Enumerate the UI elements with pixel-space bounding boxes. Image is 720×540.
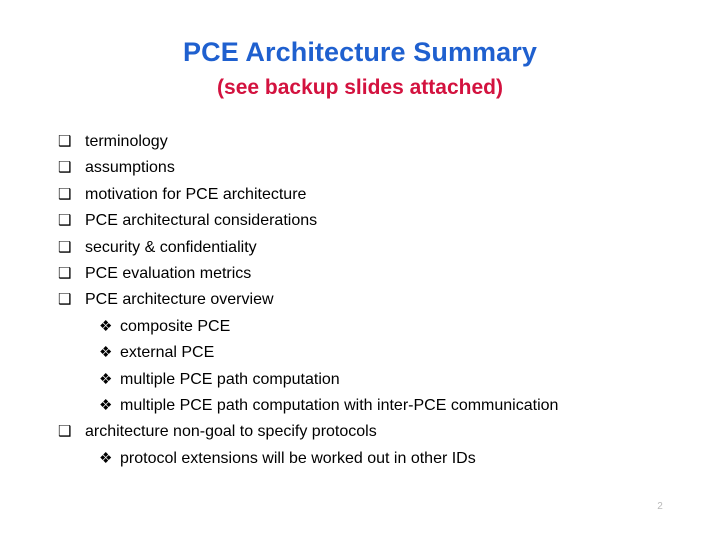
square-bullet-icon: ❑ (58, 185, 72, 203)
sub-list-item: ❖ composite PCE (99, 314, 698, 340)
list-item: ❑ PCE architectural considerations (58, 208, 698, 234)
page-subtitle: (see backup slides attached) (217, 76, 503, 99)
square-bullet-icon: ❑ (58, 423, 72, 441)
page-title: PCE Architecture Summary (182, 37, 538, 67)
list-item-label: PCE architecture overview (85, 291, 274, 309)
list-item-label: terminology (85, 133, 168, 150)
sub-list-item-label: external PCE (120, 344, 215, 362)
list-item-label: security & confidentiality (85, 238, 257, 256)
square-bullet-icon: ❑ (58, 133, 72, 150)
slide-number: 2 (657, 501, 663, 512)
list-item: ❑ motivation for PCE architecture (58, 182, 698, 208)
square-bullet-icon: ❑ (58, 238, 72, 256)
list-item: ❑ terminology (58, 129, 698, 155)
list-item-label: architecture non-goal to specify protoco… (85, 423, 377, 441)
sub-list-item-label: multiple PCE path computation (120, 370, 340, 388)
diamond-bullet-icon: ❖ (99, 317, 113, 335)
bullet-list: ❑ terminology ❑ assumptions ❑ motivation… (58, 129, 698, 472)
square-bullet-icon: ❑ (58, 212, 72, 230)
square-bullet-icon: ❑ (58, 291, 72, 309)
list-item-label: motivation for PCE architecture (85, 185, 307, 203)
list-item: ❑ PCE evaluation metrics (58, 261, 698, 287)
square-bullet-icon: ❑ (58, 159, 72, 177)
list-item-label: assumptions (85, 159, 175, 177)
square-bullet-icon: ❑ (58, 265, 72, 283)
diamond-bullet-icon: ❖ (99, 397, 113, 415)
list-item: ❑ architecture non-goal to specify proto… (58, 419, 698, 445)
sub-list-item-label: multiple PCE path computation with inter… (120, 397, 559, 415)
list-item-label: PCE architectural considerations (85, 212, 318, 230)
sub-list-item-label: composite PCE (120, 317, 231, 335)
list-item-label: PCE evaluation metrics (85, 265, 252, 283)
slide: PCE Architecture Summary (see backup sli… (0, 0, 720, 540)
sub-list-item-label: protocol extensions will be worked out i… (120, 449, 476, 467)
diamond-bullet-icon: ❖ (99, 449, 113, 467)
list-item: ❑ PCE architecture overview (58, 287, 698, 313)
list-item: ❑ assumptions (58, 155, 698, 181)
sub-list-item: ❖ external PCE (99, 340, 698, 366)
diamond-bullet-icon: ❖ (99, 370, 113, 388)
list-item: ❑ security & confidentiality (58, 235, 698, 261)
sub-list-item: ❖ multiple PCE path computation (99, 367, 698, 393)
sub-list-item: ❖ multiple PCE path computation with int… (99, 393, 698, 419)
title-block: PCE Architecture Summary (see backup sli… (0, 36, 720, 101)
sub-list-item: ❖ protocol extensions will be worked out… (99, 446, 698, 472)
diamond-bullet-icon: ❖ (99, 344, 113, 362)
